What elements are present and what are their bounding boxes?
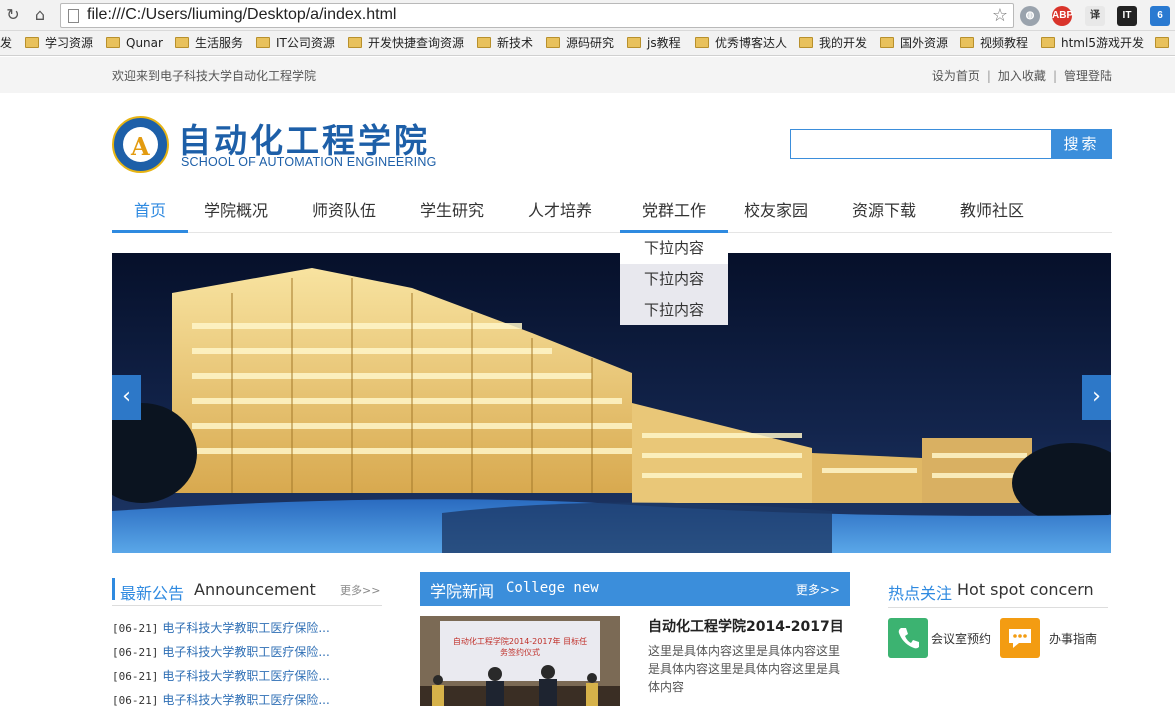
hotspot-title-cn: 热点关注: [888, 584, 953, 603]
chat-icon[interactable]: [1000, 618, 1040, 658]
news-title-cn: 学院新闻: [430, 582, 495, 601]
hotspot-title-en: Hot spot concern: [957, 580, 1094, 599]
script-icon[interactable]: 6: [1150, 6, 1170, 26]
dropdown-item[interactable]: 下拉内容: [620, 233, 728, 264]
folder-icon: [175, 37, 189, 48]
logo-letter: A: [131, 132, 150, 161]
phone-icon[interactable]: [888, 618, 928, 658]
news-photo[interactable]: 自动化工程学院2014-2017年 目标任务签约仪式: [420, 616, 620, 706]
list-item[interactable]: [06-21] 电子科技大学教职工医疗保险...: [112, 667, 330, 684]
nav-item-student-research[interactable]: 学生研究: [414, 190, 490, 233]
set-homepage-link[interactable]: 设为首页: [932, 69, 980, 83]
news-photo-caption: 自动化工程学院2014-2017年 目标任务签约仪式: [452, 637, 588, 657]
section-marker: [112, 578, 115, 600]
folder-icon: [1041, 37, 1055, 48]
announcement-more-link[interactable]: 更多>>: [340, 582, 380, 598]
it-icon[interactable]: IT: [1117, 6, 1137, 26]
banner-slideshow[interactable]: [112, 253, 1111, 553]
bookmark-item[interactable]: 新技术: [477, 35, 533, 52]
folder-icon: [960, 37, 974, 48]
welcome-text: 欢迎来到电子科技大学自动化工程学院: [112, 69, 317, 83]
banner-next-button[interactable]: ›: [1082, 375, 1111, 420]
nav-item-talent[interactable]: 人才培养: [522, 190, 598, 233]
bookmark-item[interactable]: 源码研究: [546, 35, 614, 52]
bookmark-item[interactable]: 国外资源: [880, 35, 948, 52]
abp-icon[interactable]: ABP: [1052, 6, 1073, 26]
site-topbar: 欢迎来到电子科技大学自动化工程学院 设为首页 | 加入收藏 | 管理登陆: [0, 57, 1175, 93]
address-bar[interactable]: file:///C:/Users/liuming/Desktop/a/index…: [60, 3, 1014, 28]
folder-icon: [348, 37, 362, 48]
add-favorite-link[interactable]: 加入收藏: [998, 69, 1046, 83]
divider: [888, 607, 1108, 608]
bookmark-item[interactable]: 开发快捷查询资源: [348, 35, 464, 52]
bookmark-star-icon[interactable]: ☆: [992, 5, 1008, 26]
announcement-title-cn: 最新公告: [120, 584, 185, 603]
bookmarks-bar: 发 学习资源 Qunar 生活服务 IT公司资源 开发快捷查询资源 新技术 源码…: [0, 31, 1175, 56]
news-more-link[interactable]: 更多>>: [796, 581, 840, 598]
banner-image: [112, 253, 1111, 553]
dropdown-item[interactable]: 下拉内容: [620, 264, 728, 295]
folder-icon: [695, 37, 709, 48]
bookmark-item[interactable]: js教程: [627, 35, 681, 52]
folder-icon: [799, 37, 813, 48]
folder-icon: [477, 37, 491, 48]
folder-icon: [546, 37, 560, 48]
page-icon: [68, 9, 79, 23]
translate-icon[interactable]: 译: [1085, 6, 1105, 26]
bookmark-item[interactable]: 我的开发: [799, 35, 867, 52]
school-logo-emblem[interactable]: A: [112, 116, 169, 173]
school-name-en: SCHOOL OF AUTOMATION ENGINEERING: [181, 155, 437, 169]
nav-item-home[interactable]: 首页: [112, 190, 188, 233]
browser-toolbar: ↻ ⌂ file:///C:/Users/liuming/Desktop/a/i…: [0, 0, 1175, 31]
nav-item-teacher-community[interactable]: 教师社区: [954, 190, 1030, 233]
search-button[interactable]: 搜索: [1051, 129, 1112, 159]
bookmark-item[interactable]: 优秀博客达人: [695, 35, 787, 52]
folder-icon: [106, 37, 120, 48]
bookmark-item[interactable]: Qunar: [106, 35, 163, 52]
banner-prev-button[interactable]: ‹: [112, 375, 141, 420]
hotspot-label[interactable]: 办事指南: [1049, 630, 1097, 647]
nav-item-alumni[interactable]: 校友家园: [738, 190, 814, 233]
bookmark-item[interactable]: IT公司资源: [256, 35, 335, 52]
reload-icon[interactable]: ↻: [4, 6, 22, 24]
list-item[interactable]: [06-21] 电子科技大学教职工医疗保险...: [112, 619, 330, 636]
hotspot-label[interactable]: 会议室预约: [931, 630, 991, 647]
top-links: 设为首页 | 加入收藏 | 管理登陆: [931, 69, 1112, 83]
bookmark-item[interactable]: 学习资源: [25, 35, 93, 52]
divider: [112, 605, 382, 606]
bookmark-item[interactable]: 生活服务: [175, 35, 243, 52]
folder-icon: [627, 37, 641, 48]
url-text: file:///C:/Users/liuming/Desktop/a/index…: [87, 6, 397, 23]
folder-icon: [880, 37, 894, 48]
bookmark-item[interactable]: 视频教程: [960, 35, 1028, 52]
nav-item-overview[interactable]: 学院概况: [198, 190, 274, 233]
news-body: 这里是具体内容这里是具体内容这里是具体内容这里是具体内容这里是具体内容: [648, 644, 841, 694]
search-input[interactable]: [790, 129, 1052, 159]
nav-item-party[interactable]: 党群工作: [620, 190, 728, 233]
list-item[interactable]: [06-21] 电子科技大学教职工医疗保险...: [112, 643, 330, 660]
bookmark-folder-partial[interactable]: [1155, 35, 1175, 52]
bookmark-item[interactable]: 发: [0, 35, 12, 52]
nav-item-faculty[interactable]: 师资队伍: [306, 190, 382, 233]
bookmark-item[interactable]: html5游戏开发: [1041, 35, 1144, 52]
announcement-title-en: Announcement: [194, 580, 316, 599]
main-nav: 首页 学院概况 师资队伍 学生研究 人才培养 党群工作 校友家园 资源下载 教师…: [112, 190, 1112, 233]
globe-icon[interactable]: ◍: [1020, 6, 1040, 26]
dropdown-item[interactable]: 下拉内容: [620, 295, 728, 326]
news-headline[interactable]: 自动化工程学院2014-2017目: [648, 616, 844, 636]
nav-item-downloads[interactable]: 资源下载: [846, 190, 922, 233]
folder-icon: [256, 37, 270, 48]
list-item[interactable]: [06-21] 电子科技大学教职工医疗保险...: [112, 691, 330, 708]
home-icon[interactable]: ⌂: [31, 6, 49, 24]
news-header: 学院新闻 College new 更多>>: [420, 572, 850, 606]
folder-icon: [1155, 37, 1169, 48]
admin-login-link[interactable]: 管理登陆: [1064, 69, 1112, 83]
news-title-en: College new: [506, 580, 599, 596]
nav-dropdown: 下拉内容 下拉内容 下拉内容: [620, 233, 728, 325]
folder-icon: [25, 37, 39, 48]
